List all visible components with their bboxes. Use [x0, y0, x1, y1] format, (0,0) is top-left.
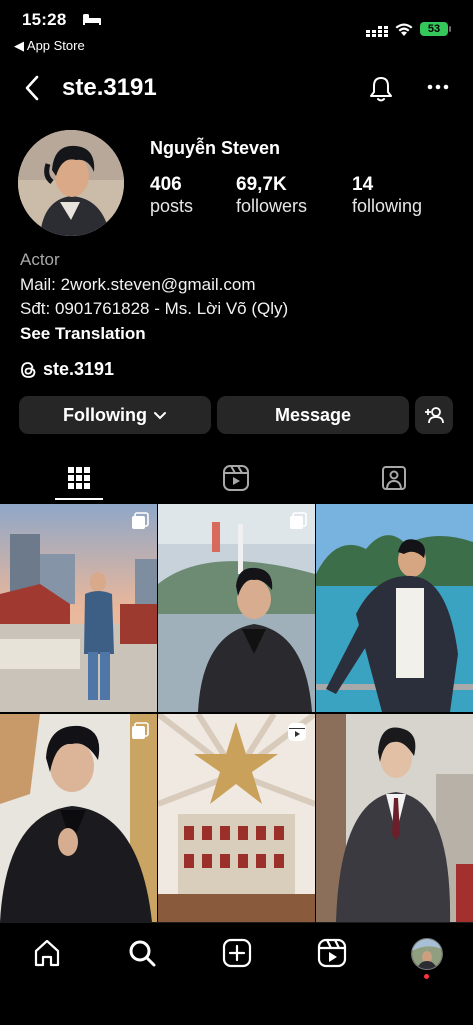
grid-icon — [68, 467, 90, 489]
wifi-icon — [395, 23, 413, 36]
stat-posts-count: 406 — [150, 174, 182, 195]
stat-following[interactable]: 14 following — [352, 174, 422, 217]
post-thumbnail-6[interactable] — [316, 714, 473, 922]
home-icon[interactable] — [33, 938, 61, 968]
add-person-icon — [425, 407, 444, 424]
stat-posts-label: posts — [150, 196, 194, 216]
threads-handle: ste.3191 — [43, 359, 115, 379]
profile-category: Actor — [20, 250, 60, 269]
threads-link[interactable]: ste.3191 — [20, 359, 114, 380]
suggested-users-button[interactable] — [415, 396, 453, 434]
search-icon[interactable] — [127, 938, 157, 968]
notification-dot — [424, 974, 429, 979]
sleep-focus-icon — [83, 14, 101, 25]
stat-following-label: following — [352, 196, 423, 216]
notifications-bell-icon[interactable] — [368, 75, 394, 103]
following-button-label: Following — [63, 404, 147, 425]
tab-posts-grid[interactable] — [59, 460, 99, 496]
carousel-icon — [132, 722, 149, 739]
chevron-down-icon — [153, 411, 166, 419]
profile-nav-avatar[interactable] — [411, 938, 443, 970]
reels-icon — [223, 465, 249, 491]
stat-followers-label: followers — [236, 196, 308, 216]
message-button[interactable]: Message — [217, 396, 409, 434]
create-post-icon[interactable] — [222, 938, 252, 968]
battery-cap — [449, 26, 451, 32]
bio-phone: Sđt: 0901761828 - Ms. Lời Võ (Qly) — [20, 299, 289, 318]
tab-tagged[interactable] — [374, 460, 414, 496]
stat-posts[interactable]: 406 posts — [150, 174, 193, 217]
profile-avatar[interactable] — [18, 130, 124, 236]
profile-full-name: Nguyễn Steven — [150, 138, 281, 158]
message-button-label: Message — [274, 404, 352, 425]
tab-reels[interactable] — [216, 460, 256, 496]
carousel-icon — [132, 512, 149, 529]
back-arrow-icon[interactable] — [22, 74, 42, 102]
see-translation-link[interactable]: See Translation — [20, 324, 146, 344]
post-thumbnail-2[interactable] — [158, 504, 315, 712]
post-thumbnail-4[interactable] — [0, 714, 157, 922]
profile-username: ste.3191 — [62, 74, 157, 101]
more-options-icon[interactable] — [427, 84, 449, 90]
stat-followers[interactable]: 69,7K followers — [236, 174, 307, 217]
back-to-app-store[interactable]: ◀ App Store — [14, 38, 85, 54]
stat-following-count: 14 — [352, 174, 374, 195]
carousel-icon — [290, 512, 307, 529]
stat-followers-count: 69,7K — [236, 174, 287, 195]
reel-icon — [288, 723, 306, 741]
reels-nav-icon[interactable] — [317, 938, 347, 968]
post-thumbnail-3[interactable] — [316, 504, 473, 712]
post-thumbnail-5[interactable] — [158, 714, 315, 922]
bio-mail: Mail: 2work.steven@gmail.com — [20, 275, 256, 294]
active-tab-indicator — [55, 498, 103, 500]
tagged-icon — [382, 466, 406, 490]
status-time: 15:28 — [22, 10, 67, 29]
threads-icon — [21, 361, 36, 378]
battery-indicator: 53 — [420, 22, 448, 36]
following-button[interactable]: Following — [19, 396, 211, 434]
cellular-signal-icon — [366, 26, 388, 37]
post-thumbnail-1[interactable] — [0, 504, 157, 712]
